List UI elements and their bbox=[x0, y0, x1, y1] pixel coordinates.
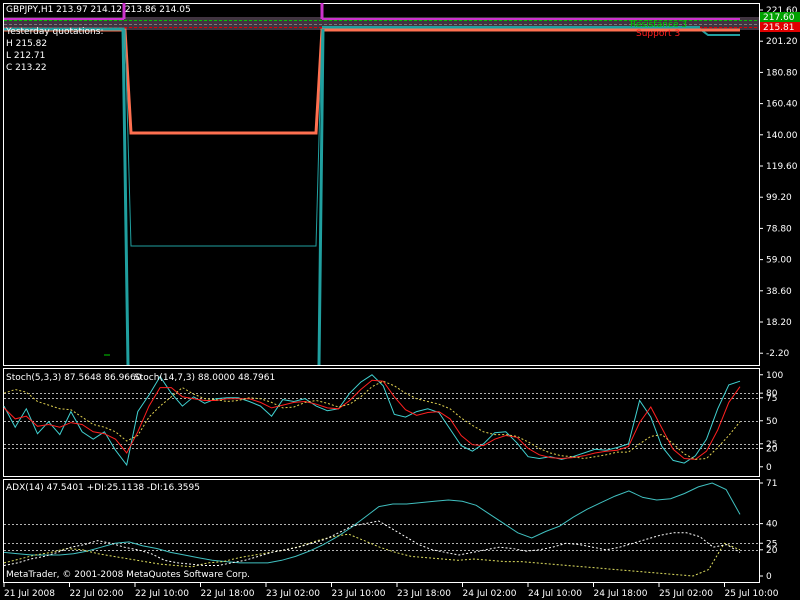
yesterday-low: L 212.71 bbox=[6, 51, 46, 61]
main-y-tick-label: -2.20 bbox=[766, 349, 790, 359]
teal-thin-line bbox=[4, 29, 323, 247]
adx-y-tick-label: 20 bbox=[766, 546, 778, 556]
main-y-tick-label: 160.40 bbox=[766, 100, 798, 110]
metatrader-chart-window: Resistance 3 Support 3 221.60 201.20 180.8… bbox=[0, 0, 800, 600]
main-y-tick-label: 140.00 bbox=[766, 131, 798, 141]
x-tick-label: 23 Jul 18:00 bbox=[397, 589, 451, 599]
x-tick-label: 24 Jul 18:00 bbox=[594, 589, 648, 599]
x-tick-label: 23 Jul 10:00 bbox=[332, 589, 386, 599]
adx-level-lines bbox=[4, 524, 759, 551]
x-tick-label: 21 Jul 2008 bbox=[4, 589, 55, 599]
symbol-quote-line: GBPJPY,H1 213.97 214.12 213.86 214.05 bbox=[6, 5, 191, 15]
yesterday-close: C 213.22 bbox=[6, 63, 47, 73]
stoch-y-tick-label: 20 bbox=[766, 444, 778, 454]
stoch-pane: 10080755025200 bbox=[3, 371, 783, 473]
adx-y-tick-label: 0 bbox=[766, 572, 772, 582]
stoch-y-tick-label: 100 bbox=[766, 371, 783, 381]
salmon-close-line bbox=[4, 28, 740, 135]
x-tick-label: 22 Jul 18:00 bbox=[201, 589, 255, 599]
adx-header: ADX(14) 47.5401 +DI:25.1138 -DI:16.3595 bbox=[6, 483, 200, 493]
adx-pane: 714025200 bbox=[3, 479, 778, 582]
copyright-text: MetaTrader, © 2001-2008 MetaQuotes Softw… bbox=[6, 570, 251, 580]
price-tag-red-text: 215.81 bbox=[763, 23, 795, 33]
main-y-tick-label: 18.20 bbox=[766, 318, 792, 328]
main-y-tick-label: 201.20 bbox=[766, 37, 798, 47]
main-y-tick-label: 78.80 bbox=[766, 224, 792, 234]
x-tick-label: 22 Jul 10:00 bbox=[135, 589, 189, 599]
stoch-y-tick-label: 0 bbox=[766, 463, 772, 473]
price-tag-green-text: 217.60 bbox=[763, 13, 795, 23]
teal-low-line bbox=[4, 27, 325, 366]
x-tick-label: 25 Jul 10:00 bbox=[725, 589, 779, 599]
main-y-tick-label: 119.60 bbox=[766, 162, 798, 172]
main-y-tick-label: 38.60 bbox=[766, 287, 792, 297]
support-3-label: Support 3 bbox=[636, 29, 680, 39]
x-tick-label: 24 Jul 10:00 bbox=[528, 589, 582, 599]
yesterday-high: H 215.82 bbox=[6, 39, 48, 49]
adx-y-tick-label: 40 bbox=[766, 520, 778, 530]
stoch-y-tick-label: 75 bbox=[766, 394, 777, 404]
main-y-tick-label: 180.80 bbox=[766, 68, 798, 78]
adx-y-tick-label: 71 bbox=[766, 479, 777, 489]
chart-canvas: Resistance 3 Support 3 221.60201.20180.8… bbox=[3, 3, 800, 599]
time-axis: 21 Jul 2008 22 Jul 02:00 22 Jul 10:00 22 Ju… bbox=[3, 583, 779, 599]
x-tick-label: 25 Jul 02:00 bbox=[659, 589, 713, 599]
main-pane-frame bbox=[3, 3, 760, 366]
stoch-y-axis: 10080755025200 bbox=[759, 371, 783, 473]
yesterday-title: Yesterday quotations: bbox=[6, 27, 104, 37]
x-tick-label: 23 Jul 02:00 bbox=[266, 589, 320, 599]
main-y-axis: 221.60201.20180.80160.40140.00119.6099.2… bbox=[759, 6, 798, 359]
main-price-pane: Resistance 3 Support 3 221.60201.20180.8… bbox=[4, 3, 800, 366]
stoch-header-b: Stoch(14,7,3) 88.0000 48.7961 bbox=[134, 373, 276, 383]
x-tick-label: 22 Jul 02:00 bbox=[70, 589, 124, 599]
main-y-tick-label: 59.00 bbox=[766, 256, 792, 266]
adx-series bbox=[3, 482, 741, 577]
adx-pane-frame bbox=[3, 479, 760, 583]
stoch-series bbox=[3, 374, 741, 467]
main-y-tick-label: 99.20 bbox=[766, 193, 792, 203]
price-tags: 217.60 215.81 bbox=[760, 12, 800, 33]
stoch-y-tick-label: 50 bbox=[766, 417, 778, 427]
x-tick-label: 24 Jul 02:00 bbox=[463, 589, 517, 599]
adx-y-axis: 714025200 bbox=[759, 479, 778, 582]
stoch-header-a: Stoch(5,3,3) 87.5648 86.9660 bbox=[6, 373, 142, 383]
